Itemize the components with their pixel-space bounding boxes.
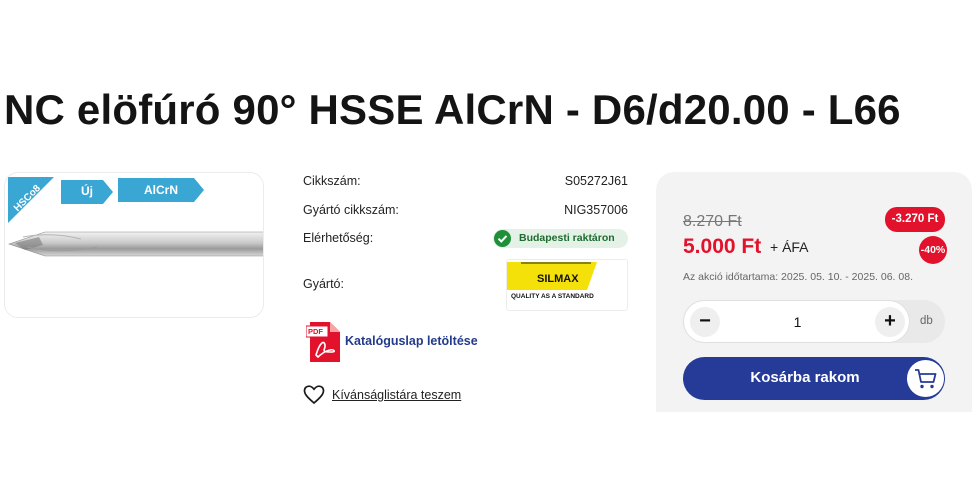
check-circle-icon bbox=[494, 230, 511, 247]
mfr-sku-label: Gyártó cikkszám: bbox=[303, 203, 399, 217]
manufacturer-logo[interactable]: SILMAX QUALITY AS A STANDARD bbox=[506, 259, 628, 311]
silmax-logo-graphic bbox=[507, 262, 597, 290]
new-badge-label: Új bbox=[81, 184, 93, 198]
product-image-card[interactable]: HSCo8 Új AlCrN bbox=[4, 172, 264, 318]
availability-label: Elérhetőség: bbox=[303, 231, 374, 245]
discount-percent-badge: -40% bbox=[919, 236, 947, 264]
page-title: NC elöfúró 90° HSSE AlCrN - D6/d20.00 - … bbox=[4, 86, 901, 133]
product-image bbox=[8, 231, 263, 257]
coating-badge-label: AlCrN bbox=[144, 183, 179, 197]
wishlist-link[interactable]: Kívánságlistára teszem bbox=[332, 388, 461, 402]
pdf-icon[interactable]: PDF bbox=[305, 322, 340, 367]
discount-amount-badge: -3.270 Ft bbox=[885, 207, 945, 232]
pdf-icon-label: PDF bbox=[308, 327, 323, 336]
cart-icon bbox=[907, 360, 944, 397]
catalog-download-link[interactable]: Katalóguslap letöltése bbox=[345, 334, 478, 348]
old-price: 8.270 Ft bbox=[683, 213, 742, 230]
heart-icon[interactable] bbox=[303, 385, 325, 405]
manufacturer-label: Gyártó: bbox=[303, 277, 344, 291]
quantity-stepper: − 1 + bbox=[683, 300, 945, 343]
manufacturer-logo-tagline: QUALITY AS A STANDARD bbox=[511, 293, 594, 300]
sale-price: 5.000 Ft bbox=[683, 235, 762, 258]
add-to-cart-button[interactable]: Kosárba rakom bbox=[683, 357, 945, 400]
availability-badge: Budapesti raktáron bbox=[493, 229, 628, 248]
quantity-unit: db bbox=[920, 315, 933, 327]
promo-period: Az akció időtartama: 2025. 05. 10. - 202… bbox=[683, 271, 913, 283]
mfr-sku-value: NIG357006 bbox=[564, 203, 628, 217]
quantity-control: − 1 + bbox=[683, 300, 910, 343]
manufacturer-logo-text: SILMAX bbox=[537, 273, 579, 285]
sku-label: Cikkszám: bbox=[303, 174, 361, 188]
plus-icon[interactable]: + bbox=[875, 307, 905, 337]
add-to-cart-label: Kosárba rakom bbox=[750, 369, 860, 386]
sku-value: S05272J61 bbox=[564, 174, 628, 188]
vat-label: + ÁFA bbox=[770, 239, 809, 255]
availability-value: Budapesti raktáron bbox=[519, 232, 615, 244]
